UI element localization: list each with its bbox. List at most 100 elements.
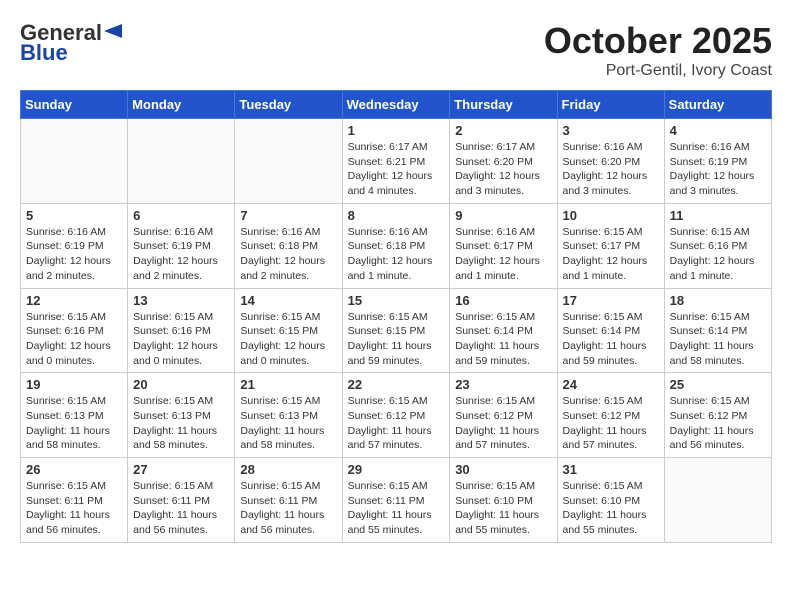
- day-number: 1: [348, 123, 445, 138]
- calendar-cell: 19Sunrise: 6:15 AM Sunset: 6:13 PM Dayli…: [21, 373, 128, 458]
- day-number: 25: [670, 377, 766, 392]
- day-number: 17: [563, 293, 659, 308]
- day-info: Sunrise: 6:15 AM Sunset: 6:13 PM Dayligh…: [240, 394, 336, 453]
- calendar-cell: 1 Sunrise: 6:17 AM Sunset: 6:21 PM Daylig…: [342, 119, 450, 204]
- day-number: 5: [26, 208, 122, 223]
- day-number: 7: [240, 208, 336, 223]
- day-number: 9: [455, 208, 551, 223]
- title-area: October 2025 Port-Gentil, Ivory Coast: [544, 20, 772, 80]
- day-info: Sunrise: 6:15 AM Sunset: 6:11 PM Dayligh…: [348, 479, 445, 538]
- day-info: Sunrise: 6:16 AM Sunset: 6:18 PM Dayligh…: [348, 225, 445, 284]
- day-info: Sunrise: 6:16 AM Sunset: 6:17 PM Dayligh…: [455, 225, 551, 284]
- day-number: 22: [348, 377, 445, 392]
- day-info: Sunrise: 6:15 AM Sunset: 6:10 PM Dayligh…: [455, 479, 551, 538]
- weekday-header-tuesday: Tuesday: [235, 91, 342, 119]
- day-info: Sunrise: 6:15 AM Sunset: 6:12 PM Dayligh…: [563, 394, 659, 453]
- calendar-cell: 10 Sunrise: 6:15 AM Sunset: 6:17 PM Dayli…: [557, 203, 664, 288]
- calendar-cell: 18 Sunrise: 6:15 AM Sunset: 6:14 PM Dayli…: [664, 288, 771, 373]
- calendar-cell: 3 Sunrise: 6:16 AM Sunset: 6:20 PM Daylig…: [557, 119, 664, 204]
- calendar-week-5: 26 Sunrise: 6:15 AM Sunset: 6:11 PM Dayli…: [21, 458, 772, 543]
- calendar-cell: 15 Sunrise: 6:15 AM Sunset: 6:15 PM Dayli…: [342, 288, 450, 373]
- day-info: Sunrise: 6:15 AM Sunset: 6:11 PM Dayligh…: [26, 479, 122, 538]
- month-title: October 2025: [544, 20, 772, 62]
- calendar-week-3: 12 Sunrise: 6:15 AM Sunset: 6:16 PM Dayli…: [21, 288, 772, 373]
- day-info: Sunrise: 6:15 AM Sunset: 6:12 PM Dayligh…: [348, 394, 445, 453]
- calendar-cell: 13 Sunrise: 6:15 AM Sunset: 6:16 PM Dayli…: [128, 288, 235, 373]
- day-info: Sunrise: 6:15 AM Sunset: 6:16 PM Dayligh…: [133, 310, 229, 369]
- day-number: 19: [26, 377, 122, 392]
- day-number: 13: [133, 293, 229, 308]
- calendar-week-1: 1 Sunrise: 6:17 AM Sunset: 6:21 PM Daylig…: [21, 119, 772, 204]
- weekday-header-wednesday: Wednesday: [342, 91, 450, 119]
- day-number: 18: [670, 293, 766, 308]
- calendar-cell: 8 Sunrise: 6:16 AM Sunset: 6:18 PM Daylig…: [342, 203, 450, 288]
- weekday-header-row: SundayMondayTuesdayWednesdayThursdayFrid…: [21, 91, 772, 119]
- day-info: Sunrise: 6:15 AM Sunset: 6:12 PM Dayligh…: [455, 394, 551, 453]
- header: General Blue October 2025 Port-Gentil, I…: [20, 20, 772, 80]
- calendar-cell: 6 Sunrise: 6:16 AM Sunset: 6:19 PM Daylig…: [128, 203, 235, 288]
- day-info: Sunrise: 6:17 AM Sunset: 6:20 PM Dayligh…: [455, 140, 551, 199]
- day-info: Sunrise: 6:17 AM Sunset: 6:21 PM Dayligh…: [348, 140, 445, 199]
- day-number: 23: [455, 377, 551, 392]
- day-number: 26: [26, 462, 122, 477]
- day-info: Sunrise: 6:15 AM Sunset: 6:14 PM Dayligh…: [670, 310, 766, 369]
- day-number: 8: [348, 208, 445, 223]
- calendar-cell: 24 Sunrise: 6:15 AM Sunset: 6:12 PM Dayli…: [557, 373, 664, 458]
- calendar-cell: 21Sunrise: 6:15 AM Sunset: 6:13 PM Dayli…: [235, 373, 342, 458]
- calendar-cell: [235, 119, 342, 204]
- day-number: 3: [563, 123, 659, 138]
- calendar-cell: 31 Sunrise: 6:15 AM Sunset: 6:10 PM Dayli…: [557, 458, 664, 543]
- day-info: Sunrise: 6:15 AM Sunset: 6:16 PM Dayligh…: [26, 310, 122, 369]
- day-number: 15: [348, 293, 445, 308]
- calendar-cell: 5Sunrise: 6:16 AM Sunset: 6:19 PM Daylig…: [21, 203, 128, 288]
- calendar-cell: 29 Sunrise: 6:15 AM Sunset: 6:11 PM Dayli…: [342, 458, 450, 543]
- day-number: 16: [455, 293, 551, 308]
- day-number: 30: [455, 462, 551, 477]
- day-number: 29: [348, 462, 445, 477]
- day-info: Sunrise: 6:16 AM Sunset: 6:19 PM Dayligh…: [670, 140, 766, 199]
- weekday-header-sunday: Sunday: [21, 91, 128, 119]
- day-info: Sunrise: 6:15 AM Sunset: 6:15 PM Dayligh…: [240, 310, 336, 369]
- weekday-header-monday: Monday: [128, 91, 235, 119]
- calendar-cell: 16 Sunrise: 6:15 AM Sunset: 6:14 PM Dayli…: [450, 288, 557, 373]
- day-info: Sunrise: 6:15 AM Sunset: 6:10 PM Dayligh…: [563, 479, 659, 538]
- calendar-cell: 25Sunrise: 6:15 AM Sunset: 6:12 PM Dayli…: [664, 373, 771, 458]
- calendar-table: SundayMondayTuesdayWednesdayThursdayFrid…: [20, 90, 772, 543]
- calendar-cell: 4 Sunrise: 6:16 AM Sunset: 6:19 PM Daylig…: [664, 119, 771, 204]
- day-number: 6: [133, 208, 229, 223]
- calendar-week-2: 5 Sunrise: 6:16 AM Sunset: 6:19 PM Daylig…: [21, 203, 772, 288]
- calendar-cell: 23 Sunrise: 6:15 AM Sunset: 6:12 PM Dayli…: [450, 373, 557, 458]
- day-number: 12: [26, 293, 122, 308]
- day-number: 14: [240, 293, 336, 308]
- day-info: Sunrise: 6:15 AM Sunset: 6:14 PM Dayligh…: [563, 310, 659, 369]
- calendar-cell: 7 Sunrise: 6:16 AM Sunset: 6:18 PM Daylig…: [235, 203, 342, 288]
- day-info: Sunrise: 6:15 AM Sunset: 6:13 PM Dayligh…: [133, 394, 229, 453]
- day-info: Sunrise: 6:15 AM Sunset: 6:11 PM Dayligh…: [240, 479, 336, 538]
- calendar-cell: 12 Sunrise: 6:15 AM Sunset: 6:16 PM Dayli…: [21, 288, 128, 373]
- weekday-header-saturday: Saturday: [664, 91, 771, 119]
- calendar-cell: 30 Sunrise: 6:15 AM Sunset: 6:10 PM Dayli…: [450, 458, 557, 543]
- day-number: 4: [670, 123, 766, 138]
- weekday-header-thursday: Thursday: [450, 91, 557, 119]
- day-info: Sunrise: 6:15 AM Sunset: 6:11 PM Dayligh…: [133, 479, 229, 538]
- calendar-cell: 14 Sunrise: 6:15 AM Sunset: 6:15 PM Dayli…: [235, 288, 342, 373]
- calendar-cell: 20Sunrise: 6:15 AM Sunset: 6:13 PM Dayli…: [128, 373, 235, 458]
- day-number: 28: [240, 462, 336, 477]
- weekday-header-friday: Friday: [557, 91, 664, 119]
- day-number: 31: [563, 462, 659, 477]
- logo: General Blue: [20, 20, 122, 66]
- day-info: Sunrise: 6:15 AM Sunset: 6:17 PM Dayligh…: [563, 225, 659, 284]
- logo-icon: [104, 22, 122, 40]
- day-info: Sunrise: 6:16 AM Sunset: 6:20 PM Dayligh…: [563, 140, 659, 199]
- day-number: 10: [563, 208, 659, 223]
- calendar-cell: 22 Sunrise: 6:15 AM Sunset: 6:12 PM Dayli…: [342, 373, 450, 458]
- day-number: 24: [563, 377, 659, 392]
- day-info: Sunrise: 6:16 AM Sunset: 6:18 PM Dayligh…: [240, 225, 336, 284]
- calendar-cell: 28 Sunrise: 6:15 AM Sunset: 6:11 PM Dayli…: [235, 458, 342, 543]
- calendar-week-4: 19 Sunrise: 6:15 AM Sunset: 6:13 PM Dayli…: [21, 373, 772, 458]
- day-info: Sunrise: 6:15 AM Sunset: 6:15 PM Dayligh…: [348, 310, 445, 369]
- logo-blue: Blue: [20, 40, 68, 66]
- day-info: Sunrise: 6:15 AM Sunset: 6:14 PM Dayligh…: [455, 310, 551, 369]
- day-info: Sunrise: 6:16 AM Sunset: 6:19 PM Dayligh…: [133, 225, 229, 284]
- calendar-cell: 26 Sunrise: 6:15 AM Sunset: 6:11 PM Dayli…: [21, 458, 128, 543]
